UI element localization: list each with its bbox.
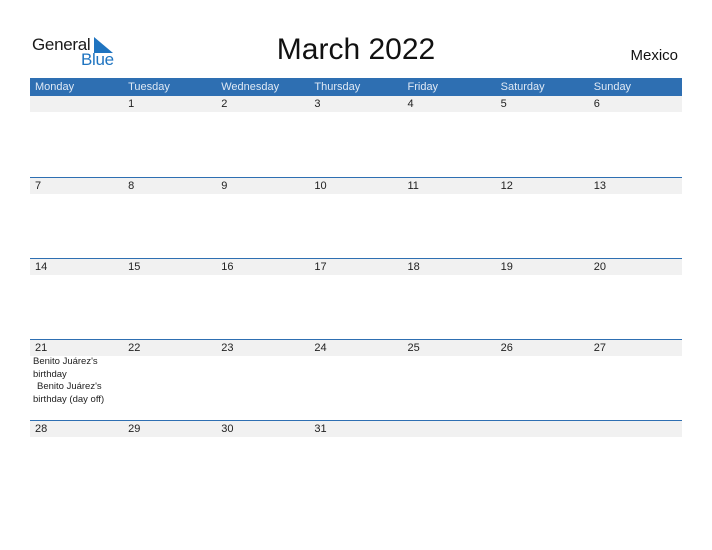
day-cell: 23 [221,342,234,354]
day-cell: 22 [128,342,141,354]
day-cell: 7 [35,180,42,192]
day-cell: 14 [35,261,48,273]
weekday-thursday: Thursday [314,81,361,93]
day-cell: 9 [221,180,228,192]
country-label: Mexico [630,47,678,64]
calendar-title: March 2022 [276,33,436,66]
day-cell [589,421,682,437]
weekday-friday: Friday [407,81,439,93]
day-cell: 17 [314,261,327,273]
holiday-event: Benito Juárez's birthday [33,356,98,380]
weekday-wednesday: Wednesday [221,81,280,93]
day-cell: 21 [35,342,48,354]
day-cell: 12 [500,180,513,192]
holiday-event: Benito Juárez's birthday (day off) [33,381,105,405]
day-cell: 10 [314,180,327,192]
day-cell: 27 [593,342,606,354]
day-cell: 25 [407,342,420,354]
day-cell [30,96,123,112]
weekday-header: Monday Tuesday Wednesday Thursday Friday… [30,78,682,96]
day-cell: 13 [593,180,606,192]
day-cell [403,421,496,437]
day-cell: 1 [128,98,135,110]
day-cell: 8 [128,180,135,192]
week-row-4: 21 22 23 24 25 26 27 Benito Juárez's bir… [30,339,682,406]
weekday-saturday: Saturday [500,81,545,93]
day-cell: 3 [314,98,321,110]
day-cell: 24 [314,342,327,354]
day-cell: 6 [593,98,600,110]
holiday-cell: Benito Juárez's birthday Benito Juárez's… [30,356,123,406]
weekday-sunday: Sunday [593,81,632,93]
weekday-tuesday: Tuesday [128,81,170,93]
day-cell: 16 [221,261,234,273]
day-cell: 18 [407,261,420,273]
week-row-1: 1 2 3 4 5 6 [30,96,682,112]
day-cell: 2 [221,98,228,110]
day-cell [496,421,589,437]
day-cell: 11 [407,180,419,192]
weekday-monday: Monday [35,81,75,93]
day-cell: 4 [407,98,414,110]
day-cell: 5 [500,98,507,110]
week-row-5: 28 29 30 31 [30,420,682,437]
day-cell: 19 [500,261,513,273]
day-cell: 20 [593,261,606,273]
week-row-3: 14 15 16 17 18 19 20 [30,258,682,275]
week-row-2: 7 8 9 10 11 12 13 [30,177,682,194]
day-cell: 15 [128,261,141,273]
day-cell: 28 [35,423,48,435]
day-cell: 29 [128,423,141,435]
day-cell: 26 [500,342,513,354]
day-cell: 31 [314,423,327,435]
day-cell: 30 [221,423,234,435]
